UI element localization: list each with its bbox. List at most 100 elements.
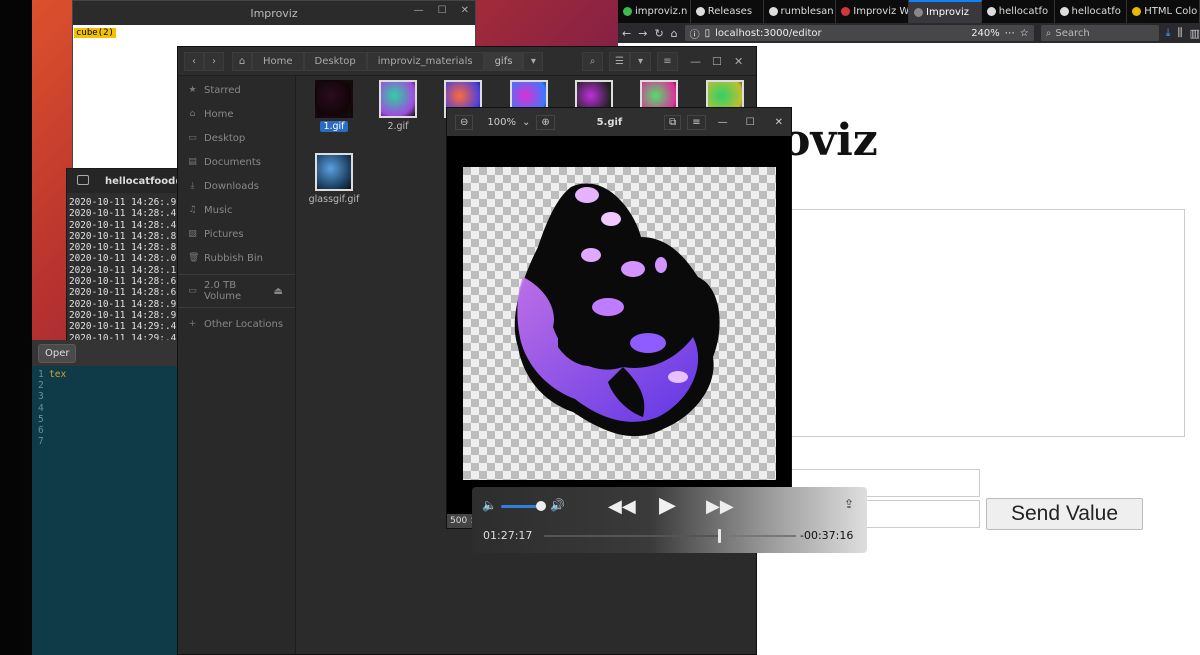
sidebar-item-volume[interactable]: ▭ 2.0 TB Volume ⏏ (178, 279, 295, 303)
maximize-icon[interactable]: ☐ (712, 55, 734, 68)
menu-icon[interactable]: ≡ (687, 114, 706, 130)
library-icon[interactable]: ⫼ (1178, 26, 1183, 40)
close-icon[interactable]: ✕ (461, 5, 469, 16)
file-item[interactable]: 1.gif (305, 80, 363, 132)
back-button[interactable]: ‹ (184, 51, 204, 71)
sidebar-item-music[interactable]: ♫ Music (178, 198, 295, 222)
gif-canvas[interactable] (463, 167, 776, 480)
sidebar-item-starred[interactable]: ★ Starred (178, 78, 295, 102)
editor-line: 1 tex (38, 369, 182, 380)
text-editor-window[interactable]: Oper 1 tex 2 3 4 5 6 7 (32, 340, 182, 655)
more-icon[interactable]: ⋯ (1005, 28, 1015, 39)
volume-slider[interactable] (501, 505, 537, 508)
breadcrumb-menu-icon[interactable]: ▾ (523, 51, 544, 71)
home-icon[interactable]: ⌂ (232, 51, 252, 71)
terminal-line: 2020-10-11 14:28:.8 (69, 242, 177, 254)
sidebar-item-rubbish-bin[interactable]: 🗑 Rubbish Bin (178, 246, 295, 270)
home-icon[interactable]: ⌂ (671, 27, 678, 40)
minimize-icon[interactable]: — (690, 55, 712, 68)
reload-icon[interactable]: ↻ (654, 27, 663, 40)
editor-line: 6 (38, 425, 182, 436)
terminal-line: 2020-10-11 14:29:.4 (69, 321, 177, 333)
image-viewer-window[interactable]: ⊖ 100% ⌄ ⊕ 5.gif ⧉ ≡ — ☐ ✕ 500 × (446, 107, 792, 529)
view-options-icon[interactable]: ▾ (630, 51, 651, 71)
sidebar-item-desktop[interactable]: ▭ Desktop (178, 126, 295, 150)
tab-2[interactable]: rumblesan (764, 0, 837, 23)
breadcrumb-improviz-materials[interactable]: improviz_materials (366, 51, 484, 71)
view-list-icon[interactable]: ☰ (609, 51, 630, 71)
send-value-button[interactable]: Send Value (986, 498, 1143, 530)
breadcrumb-home[interactable]: Home (252, 51, 304, 71)
viewer-headerbar: ⊖ 100% ⌄ ⊕ 5.gif ⧉ ≡ — ☐ ✕ (447, 108, 791, 136)
editor-line: 4 (38, 403, 182, 414)
volume-icon[interactable]: 🔈 (482, 498, 497, 512)
line-number: 2 (38, 380, 44, 392)
sidebar-item-downloads[interactable]: ⤓ Downloads (178, 174, 295, 198)
forward-icon[interactable]: → (638, 27, 647, 40)
editor-line: 5 (38, 414, 182, 425)
zoom-level[interactable]: 240% (971, 28, 1000, 39)
media-controls[interactable]: 🔈 🔊 ◀◀ ▶ ▶▶ ⇪ 01:27:17 -00:37:16 (472, 487, 867, 553)
file-thumbnail (315, 153, 353, 191)
terminal-title: hellocatfood@b (105, 175, 185, 187)
minimize-icon[interactable]: — (712, 117, 734, 128)
tab-5[interactable]: hellocatfo (982, 0, 1055, 23)
zoom-level[interactable]: 100% (479, 117, 516, 128)
sidebar-item-documents[interactable]: ▤ Documents (178, 150, 295, 174)
eject-icon[interactable]: ⏏ (274, 286, 295, 297)
sidebar-item-pictures[interactable]: ▨ Pictures (178, 222, 295, 246)
tab-6[interactable]: hellocatfo (1055, 0, 1128, 23)
tab-3[interactable]: Improviz W (836, 0, 909, 23)
sidebar-icon[interactable]: ▥ (1190, 27, 1200, 40)
volume-knob[interactable] (536, 501, 546, 511)
minimize-icon[interactable]: — (414, 5, 424, 16)
sidebar-item-home[interactable]: ⌂ Home (178, 102, 295, 126)
music-icon: ♫ (188, 205, 197, 215)
close-icon[interactable]: ✕ (734, 55, 756, 68)
maximize-icon[interactable]: ☐ (438, 5, 447, 16)
download-icon[interactable]: ⤓ (1166, 26, 1171, 40)
favicon-icon (1059, 7, 1069, 16)
zoom-out-icon[interactable]: ⊖ (455, 114, 474, 130)
file-item[interactable]: 2.gif (369, 80, 427, 132)
tab-4[interactable]: Improviz (909, 0, 982, 23)
forward-button[interactable]: › (204, 51, 224, 71)
breadcrumb-gifs[interactable]: gifs (483, 51, 524, 71)
line-number: 6 (38, 425, 44, 437)
tab-1[interactable]: Releases (691, 0, 764, 23)
info-icon[interactable]: ⓘ (690, 26, 700, 41)
favicon-icon (914, 8, 923, 17)
volume-max-icon[interactable]: 🔊 (550, 498, 565, 512)
maximize-icon[interactable]: ☐ (740, 117, 761, 128)
gallery-icon[interactable]: ⧉ (664, 114, 682, 130)
line-number: 5 (38, 413, 44, 425)
editor-line: 7 (38, 436, 182, 447)
nav-toolbar: ← → ↻ ⌂ ⓘ ▯ localhost:3000/editor 240% ⋯… (618, 23, 1200, 43)
menu-icon[interactable]: ≡ (657, 51, 678, 71)
file-item[interactable]: glassgif.gif (305, 153, 363, 205)
tab-0[interactable]: improviz.n (618, 0, 691, 23)
seek-bar[interactable] (544, 529, 796, 543)
zoom-menu-icon[interactable]: ⌄ (522, 117, 530, 128)
bookmark-icon[interactable]: ☆ (1020, 28, 1029, 39)
tab-7[interactable]: HTML Colo (1127, 0, 1200, 23)
search-input[interactable]: ⌕ Search (1040, 25, 1159, 41)
improviz-titlebar[interactable]: Improviz — ☐ ✕ (73, 1, 475, 25)
search-icon[interactable]: ⌕ (582, 51, 603, 71)
share-icon[interactable]: ⇪ (844, 497, 854, 511)
play-icon[interactable]: ▶ (659, 493, 676, 518)
terminal-titlebar[interactable]: hellocatfood@b (67, 169, 185, 193)
sidebar-item-other-locations[interactable]: + Other Locations (178, 312, 295, 336)
open-button[interactable]: Oper (38, 343, 77, 363)
back-icon[interactable]: ← (622, 27, 631, 40)
breadcrumb-desktop[interactable]: Desktop (303, 51, 367, 71)
close-icon[interactable]: ✕ (767, 117, 791, 128)
rewind-icon[interactable]: ◀◀ (608, 496, 636, 517)
zoom-in-icon[interactable]: ⊕ (536, 114, 555, 130)
url-bar[interactable]: ⓘ ▯ localhost:3000/editor 240% ⋯ ☆ (684, 25, 1034, 41)
sidebar-item-label: Downloads (204, 180, 259, 192)
editor-text[interactable]: 1 tex 2 3 4 5 6 7 (32, 366, 182, 447)
seek-knob[interactable] (717, 529, 721, 543)
tab-label: hellocatfo (1071, 6, 1121, 17)
fast-forward-icon[interactable]: ▶▶ (706, 496, 734, 517)
